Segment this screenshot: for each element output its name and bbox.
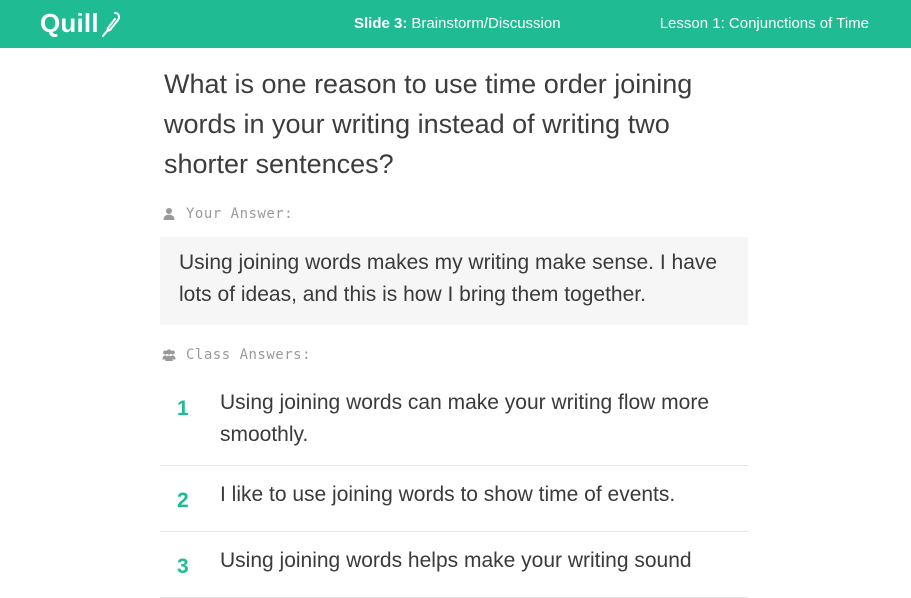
top-bar: Quill Slide 3: Brainstorm/Discussion Less… <box>0 0 911 48</box>
user-icon <box>162 207 176 221</box>
answer-text: I like to use joining words to show time… <box>220 483 676 506</box>
slide-name: Brainstorm/Discussion <box>411 15 561 32</box>
list-item: 2 I like to use joining words to show ti… <box>160 466 748 532</box>
your-answer-label: Your Answer: <box>160 206 748 222</box>
list-item: 1 Using joining words can make your writ… <box>160 379 748 466</box>
answer-number: 1 <box>177 397 189 420</box>
your-answer-box: Using joining words makes my writing mak… <box>160 237 748 325</box>
answer-text: Using joining words can make your writin… <box>220 391 710 446</box>
class-answers-list: 1 Using joining words can make your writ… <box>160 379 748 598</box>
question-prompt: What is one reason to use time order joi… <box>164 69 693 179</box>
lesson-title: Lesson 1: Conjunctions of Time <box>659 15 869 32</box>
answer-number: 2 <box>177 489 189 512</box>
logo-text: Quill <box>40 8 99 38</box>
answer-number: 3 <box>177 555 189 578</box>
class-answers-label-text: Class Answers: <box>186 347 312 363</box>
quill-logo[interactable]: Quill <box>40 8 121 39</box>
slide-title: Slide 3: Brainstorm/Discussion <box>354 15 561 32</box>
quill-pen-icon <box>101 11 121 37</box>
class-answers-label: Class Answers: <box>160 347 748 363</box>
your-answer-label-text: Your Answer: <box>186 206 294 222</box>
slide-number: Slide 3: <box>354 15 408 32</box>
list-item: 3 Using joining words helps make your wr… <box>160 532 748 598</box>
answer-text: Using joining words helps make your writ… <box>220 549 692 572</box>
main-content: What is one reason to use time order joi… <box>160 64 748 598</box>
users-icon <box>162 348 176 362</box>
